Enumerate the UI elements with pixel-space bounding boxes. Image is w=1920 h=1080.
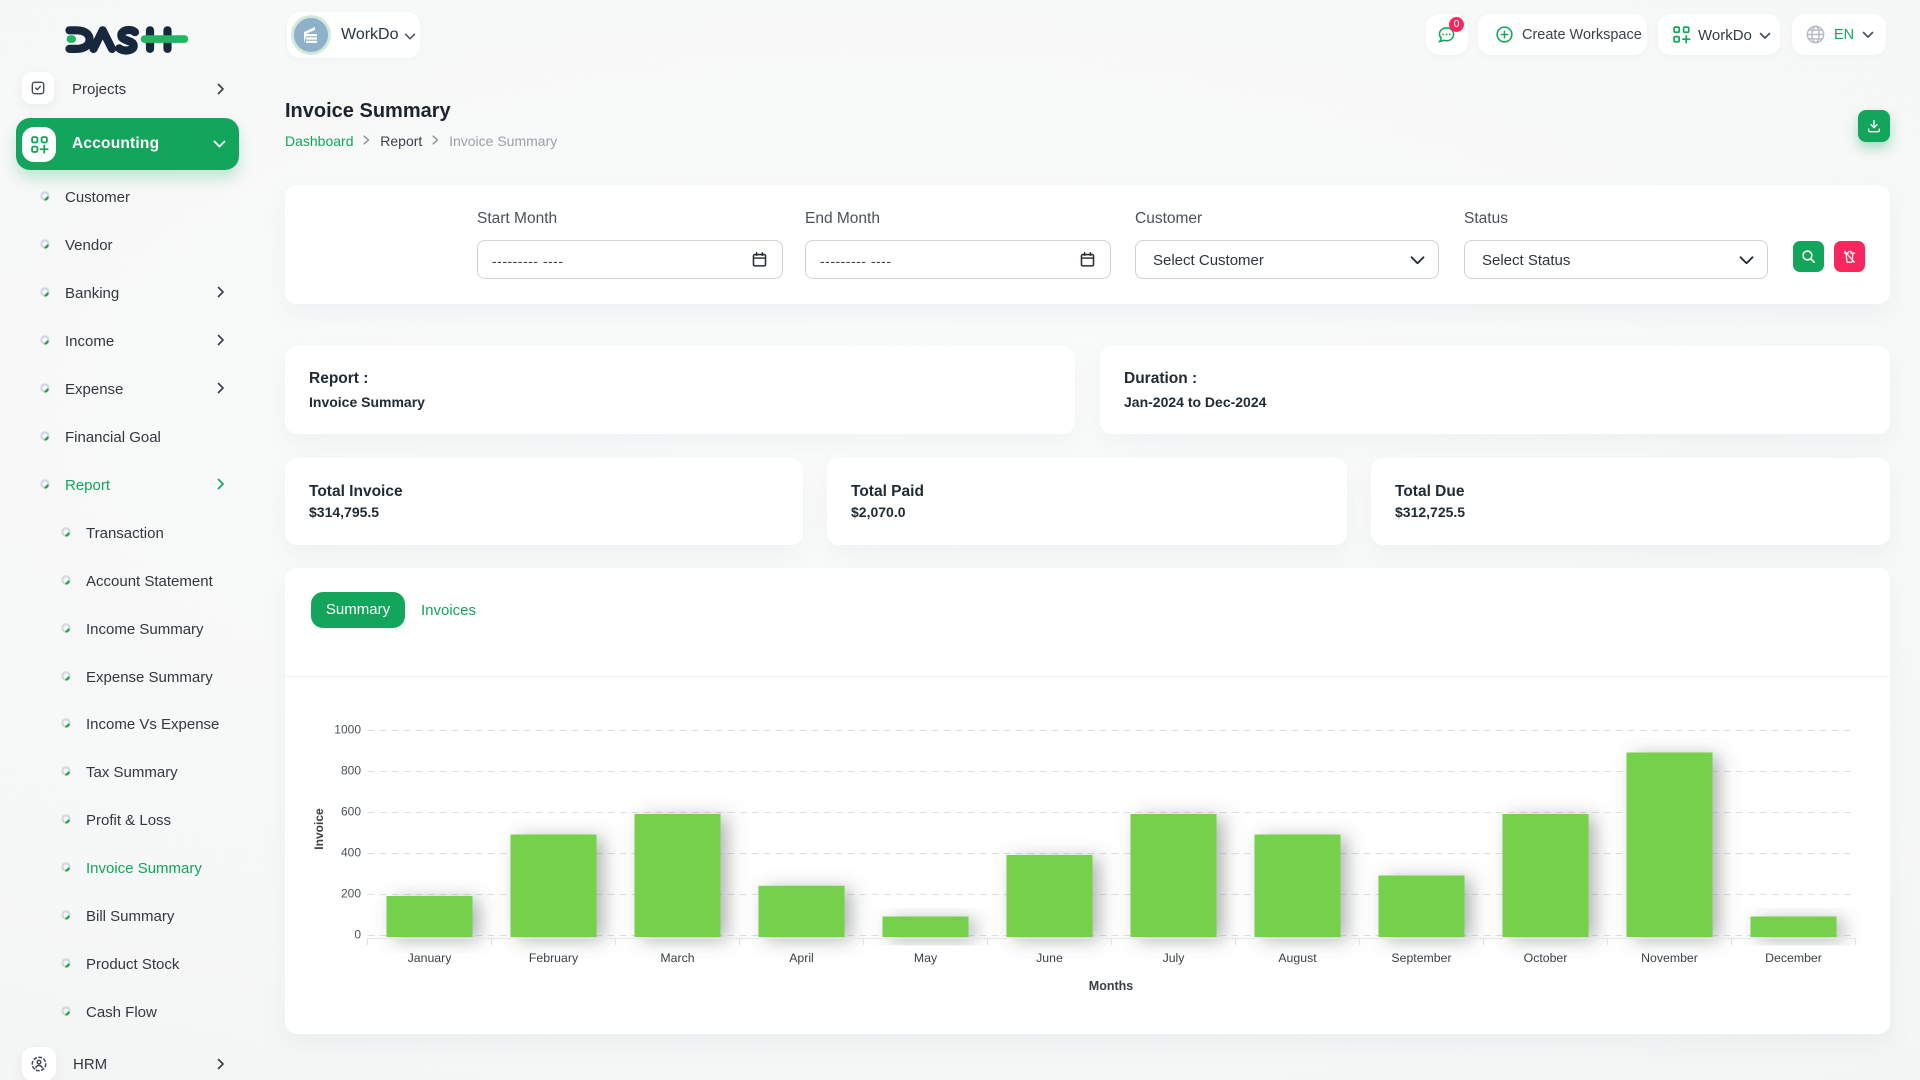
svg-text:January: January: [408, 951, 453, 965]
svg-text:600: 600: [341, 805, 361, 819]
svg-text:May: May: [914, 951, 938, 965]
svg-text:April: April: [789, 951, 814, 965]
svg-text:March: March: [660, 951, 694, 965]
svg-text:August: August: [1278, 951, 1317, 965]
svg-text:1000: 1000: [334, 723, 361, 737]
svg-text:400: 400: [341, 846, 361, 860]
svg-text:Invoice: Invoice: [312, 808, 326, 850]
svg-text:July: July: [1163, 951, 1186, 965]
svg-text:November: November: [1641, 951, 1698, 965]
svg-text:December: December: [1765, 951, 1822, 965]
svg-text:200: 200: [341, 887, 361, 901]
svg-text:June: June: [1036, 951, 1063, 965]
svg-text:February: February: [529, 951, 579, 965]
svg-text:800: 800: [341, 764, 361, 778]
svg-text:Months: Months: [1089, 979, 1133, 993]
svg-text:September: September: [1391, 951, 1451, 965]
svg-text:0: 0: [354, 928, 361, 942]
svg-text:October: October: [1524, 951, 1568, 965]
